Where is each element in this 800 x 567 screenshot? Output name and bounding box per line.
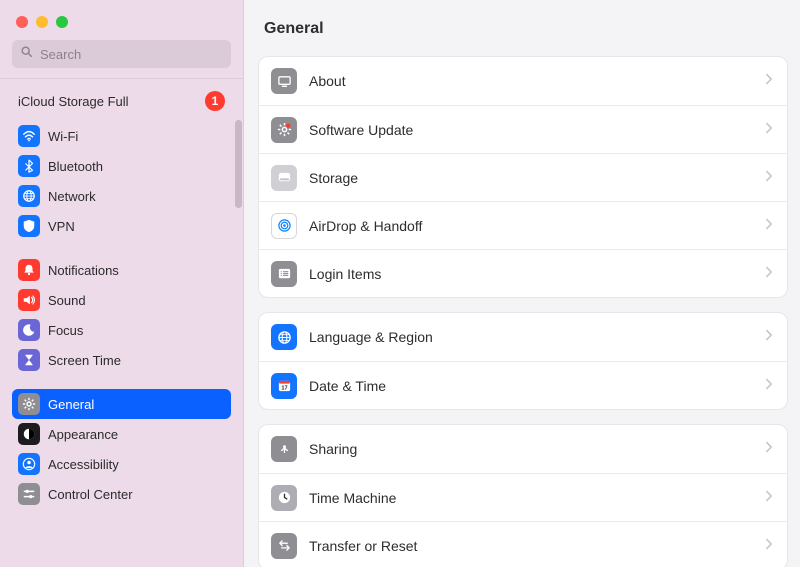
sidebar-item-wifi[interactable]: Wi-Fi: [12, 121, 231, 151]
clock-icon: [271, 485, 297, 511]
row-label: Language & Region: [309, 329, 753, 345]
row-label: Sharing: [309, 441, 753, 457]
sidebar-item-notifications[interactable]: Notifications: [12, 255, 231, 285]
sidebar-item-label: Network: [48, 189, 96, 204]
page-title: General: [264, 20, 788, 38]
minimize-window-button[interactable]: [36, 16, 48, 28]
storage-banner-label: iCloud Storage Full: [18, 94, 129, 109]
row-label: AirDrop & Handoff: [309, 218, 753, 234]
sidebar-scroll: iCloud Storage Full 1 Wi-Fi Bluetooth Ne…: [0, 89, 243, 567]
contrast-icon: [18, 423, 40, 445]
speaker-icon: [18, 289, 40, 311]
share-icon: [271, 436, 297, 462]
sidebar-item-label: Control Center: [48, 487, 133, 502]
search-input[interactable]: [40, 47, 223, 62]
sidebar-item-focus[interactable]: Focus: [12, 315, 231, 345]
sidebar-item-label: VPN: [48, 219, 75, 234]
row-transfer[interactable]: Transfer or Reset: [259, 521, 787, 567]
settings-group: Language & Region Date & Time: [258, 312, 788, 410]
row-label: Transfer or Reset: [309, 538, 753, 554]
divider: [0, 78, 243, 79]
disk-icon: [271, 165, 297, 191]
sidebar-item-controlcenter[interactable]: Control Center: [12, 479, 231, 509]
row-label: Software Update: [309, 122, 753, 138]
row-label: Date & Time: [309, 378, 753, 394]
sidebar-item-label: Sound: [48, 293, 86, 308]
sidebar-item-appearance[interactable]: Appearance: [12, 419, 231, 449]
settings-group: About Software Update Storage AirDrop & …: [258, 56, 788, 298]
globe-icon: [18, 185, 40, 207]
window-controls: [0, 0, 243, 40]
scrollbar-thumb[interactable]: [235, 120, 242, 208]
sidebar-item-label: Notifications: [48, 263, 119, 278]
row-label: About: [309, 73, 753, 89]
sidebar: iCloud Storage Full 1 Wi-Fi Bluetooth Ne…: [0, 0, 244, 567]
moon-icon: [18, 319, 40, 341]
sidebar-item-sound[interactable]: Sound: [12, 285, 231, 315]
gear-badge-icon: [271, 117, 297, 143]
sliders-icon: [18, 483, 40, 505]
notification-badge: 1: [205, 91, 225, 111]
chevron-right-icon: [765, 121, 773, 139]
zoom-window-button[interactable]: [56, 16, 68, 28]
row-loginitems[interactable]: Login Items: [259, 249, 787, 297]
hourglass-icon: [18, 349, 40, 371]
chevron-right-icon: [765, 328, 773, 346]
search-icon: [20, 45, 34, 64]
sidebar-item-network[interactable]: Network: [12, 181, 231, 211]
row-storage[interactable]: Storage: [259, 153, 787, 201]
sidebar-item-screentime[interactable]: Screen Time: [12, 345, 231, 375]
row-sharing[interactable]: Sharing: [259, 425, 787, 473]
wifi-icon: [18, 125, 40, 147]
row-softwareupdate[interactable]: Software Update: [259, 105, 787, 153]
chevron-right-icon: [765, 440, 773, 458]
globe-icon: [271, 324, 297, 350]
settings-group: Sharing Time Machine Transfer or Reset: [258, 424, 788, 567]
chevron-right-icon: [765, 489, 773, 507]
sidebar-item-label: Wi-Fi: [48, 129, 78, 144]
bell-icon: [18, 259, 40, 281]
person-icon: [18, 453, 40, 475]
sidebar-item-label: Screen Time: [48, 353, 121, 368]
sidebar-item-general[interactable]: General: [12, 389, 231, 419]
row-label: Time Machine: [309, 490, 753, 506]
row-datetime[interactable]: Date & Time: [259, 361, 787, 409]
row-timemachine[interactable]: Time Machine: [259, 473, 787, 521]
sidebar-item-bluetooth[interactable]: Bluetooth: [12, 151, 231, 181]
chevron-right-icon: [765, 377, 773, 395]
main-content: General About Software Update Storage Ai…: [244, 0, 800, 567]
row-label: Login Items: [309, 266, 753, 282]
sidebar-item-vpn[interactable]: VPN: [12, 211, 231, 241]
chevron-right-icon: [765, 537, 773, 555]
close-window-button[interactable]: [16, 16, 28, 28]
sidebar-item-label: Accessibility: [48, 457, 119, 472]
row-language[interactable]: Language & Region: [259, 313, 787, 361]
calendar-icon: [271, 373, 297, 399]
sidebar-item-icloud-storage[interactable]: iCloud Storage Full 1: [12, 89, 231, 121]
gear-icon: [18, 393, 40, 415]
bluetooth-icon: [18, 155, 40, 177]
row-airdrop[interactable]: AirDrop & Handoff: [259, 201, 787, 249]
sidebar-item-accessibility[interactable]: Accessibility: [12, 449, 231, 479]
row-about[interactable]: About: [259, 57, 787, 105]
chevron-right-icon: [765, 169, 773, 187]
sidebar-item-label: Appearance: [48, 427, 118, 442]
airdrop-icon: [271, 213, 297, 239]
arrows-icon: [271, 533, 297, 559]
sidebar-item-label: General: [48, 397, 94, 412]
row-label: Storage: [309, 170, 753, 186]
search-field[interactable]: [12, 40, 231, 68]
settings-window: iCloud Storage Full 1 Wi-Fi Bluetooth Ne…: [0, 0, 800, 567]
sidebar-item-label: Bluetooth: [48, 159, 103, 174]
shield-icon: [18, 215, 40, 237]
monitor-icon: [271, 68, 297, 94]
chevron-right-icon: [765, 217, 773, 235]
chevron-right-icon: [765, 72, 773, 90]
chevron-right-icon: [765, 265, 773, 283]
sidebar-item-label: Focus: [48, 323, 83, 338]
list-icon: [271, 261, 297, 287]
